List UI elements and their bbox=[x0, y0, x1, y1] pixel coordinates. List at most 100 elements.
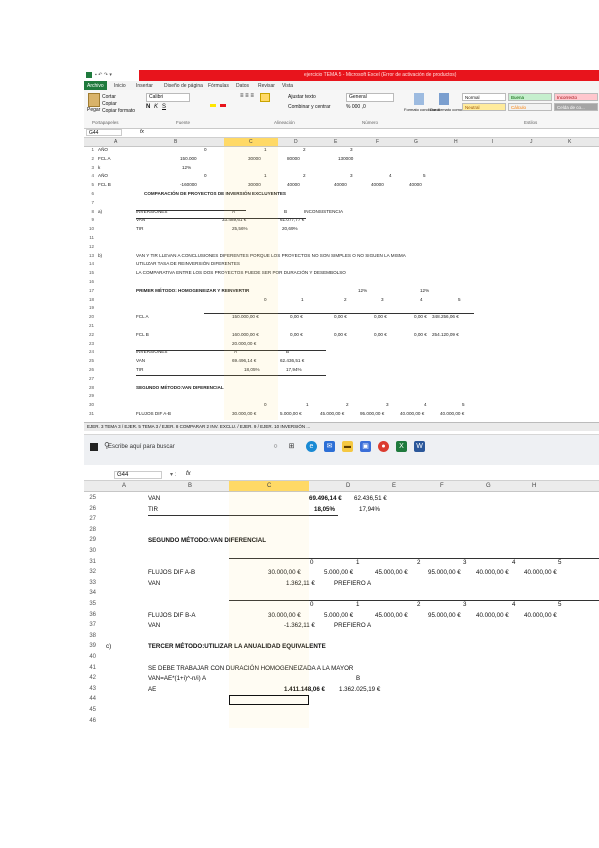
row-header[interactable]: 30 bbox=[84, 402, 94, 407]
cell[interactable]: FLUJOS DIF A-B bbox=[148, 569, 195, 576]
cell[interactable]: 2 bbox=[344, 297, 347, 302]
cell[interactable]: TIR bbox=[136, 226, 143, 231]
cell[interactable]: 3 bbox=[463, 601, 466, 608]
row-header[interactable]: 19 bbox=[84, 305, 94, 310]
cell[interactable]: AÑO bbox=[98, 173, 108, 178]
col-header[interactable]: A bbox=[122, 483, 126, 489]
highlight-align-icon[interactable] bbox=[260, 93, 270, 102]
row-header[interactable]: 22 bbox=[84, 332, 94, 337]
windows-start-icon[interactable] bbox=[90, 443, 98, 451]
cell[interactable]: 0 bbox=[310, 559, 313, 566]
row-header[interactable]: 14 bbox=[84, 261, 94, 266]
task-view-icon[interactable]: ○ bbox=[270, 441, 281, 452]
col-header[interactable]: H bbox=[454, 139, 458, 145]
col-header[interactable]: B bbox=[174, 139, 177, 145]
style-normal[interactable]: Normal bbox=[462, 93, 506, 101]
cell[interactable]: 130000 bbox=[338, 156, 353, 161]
row-header[interactable]: 2 bbox=[84, 156, 94, 161]
cell[interactable]: 0 bbox=[204, 173, 207, 178]
col-header[interactable]: A bbox=[114, 139, 117, 145]
store-icon[interactable]: ▣ bbox=[360, 441, 371, 452]
cell[interactable]: 0,00 € bbox=[374, 314, 387, 319]
cell[interactable]: FCL B bbox=[136, 332, 149, 337]
cell[interactable]: 0,00 € bbox=[290, 314, 303, 319]
table-format-icon[interactable] bbox=[439, 93, 449, 105]
row-header[interactable]: 25 bbox=[84, 358, 94, 363]
align-icons[interactable]: ≡ ≡ ≡ bbox=[240, 93, 254, 99]
col-header[interactable]: K bbox=[568, 139, 571, 145]
underline-icon[interactable]: S bbox=[162, 104, 166, 110]
col-header[interactable]: I bbox=[492, 139, 493, 145]
row-header[interactable]: 38 bbox=[84, 633, 96, 639]
cell[interactable]: 20,69% bbox=[282, 226, 298, 231]
cell[interactable]: 5 bbox=[558, 559, 561, 566]
row-header[interactable]: 46 bbox=[84, 718, 96, 724]
row-header[interactable]: 25 bbox=[84, 495, 96, 501]
row-header[interactable]: 6 bbox=[84, 191, 94, 196]
number-format-select[interactable]: General bbox=[346, 93, 394, 102]
cell[interactable]: 2 bbox=[417, 559, 420, 566]
cell[interactable]: 1 bbox=[356, 601, 359, 608]
cell[interactable]: b) bbox=[98, 253, 102, 258]
cell[interactable]: INCONSISTENCIA bbox=[304, 209, 343, 214]
cell[interactable]: 45.000,00 € bbox=[375, 612, 408, 619]
cell[interactable]: 80000 bbox=[287, 156, 300, 161]
cell[interactable]: PREFIERO A bbox=[334, 580, 371, 587]
row-header[interactable]: 20 bbox=[84, 314, 94, 319]
row-header[interactable]: 10 bbox=[84, 226, 94, 231]
sheet-tab-list[interactable]: EJER. 3 TEMA 3 / EJER. 5 TEMA 3 / EJER. … bbox=[87, 424, 310, 429]
row-header[interactable]: 26 bbox=[84, 367, 94, 372]
tab-insertar[interactable]: Insertar bbox=[136, 83, 153, 89]
row-header[interactable]: 44 bbox=[84, 696, 96, 702]
row-header[interactable]: 35 bbox=[84, 601, 96, 607]
cell[interactable]: 4 bbox=[512, 559, 515, 566]
cell[interactable]: 1 bbox=[301, 297, 304, 302]
currency-icons[interactable]: % 000 ,0 bbox=[346, 104, 366, 110]
cell[interactable]: 45.000,00 € bbox=[320, 411, 344, 416]
edge-icon[interactable]: e bbox=[306, 441, 317, 452]
cell[interactable]: AE bbox=[148, 686, 156, 693]
row-header[interactable]: 34 bbox=[84, 590, 96, 596]
widgets-icon[interactable]: ⊞ bbox=[286, 441, 297, 452]
cell[interactable]: 5.000,00 € bbox=[324, 569, 353, 576]
row-header[interactable]: 17 bbox=[84, 288, 94, 293]
col-header[interactable]: J bbox=[530, 139, 533, 145]
cell[interactable]: 1.362.025,19 € bbox=[339, 686, 380, 693]
row-header[interactable]: 29 bbox=[84, 537, 96, 543]
row-header[interactable]: 28 bbox=[84, 527, 96, 533]
row-header[interactable]: 15 bbox=[84, 270, 94, 275]
cell[interactable]: 2 bbox=[346, 402, 349, 407]
cut-button[interactable]: Cortar bbox=[102, 94, 116, 100]
cell[interactable]: c) bbox=[106, 643, 111, 650]
tab-datos[interactable]: Datos bbox=[236, 83, 249, 89]
cell[interactable]: FLUJOS DIF B-A bbox=[148, 612, 195, 619]
cell[interactable]: 40.000,00 € bbox=[400, 411, 424, 416]
fx-icon[interactable]: fx bbox=[140, 129, 144, 135]
font-name-select[interactable]: Calibri bbox=[146, 93, 190, 102]
col-header[interactable]: H bbox=[532, 483, 536, 489]
col-header[interactable]: D bbox=[294, 139, 298, 145]
sheet-tabs[interactable]: EJER. 3 TEMA 3 / EJER. 5 TEMA 3 / EJER. … bbox=[84, 422, 599, 431]
cell[interactable]: 348.256,06 € bbox=[432, 314, 459, 319]
row-header[interactable]: 37 bbox=[84, 622, 96, 628]
row-header[interactable]: 9 bbox=[84, 217, 94, 222]
cell[interactable]: VAN bbox=[148, 622, 160, 629]
row-header[interactable]: 43 bbox=[84, 686, 96, 692]
cell[interactable]: 40000 bbox=[334, 182, 347, 187]
cell[interactable]: VAN bbox=[136, 358, 145, 363]
row-header[interactable]: 1 bbox=[84, 147, 94, 152]
copy-button[interactable]: Copiar bbox=[102, 101, 117, 107]
cell[interactable]: 4 bbox=[389, 173, 392, 178]
cell[interactable]: 0 bbox=[310, 601, 313, 608]
excel-icon[interactable]: X bbox=[396, 441, 407, 452]
row-header[interactable]: 21 bbox=[84, 323, 94, 328]
cell[interactable]: 0,00 € bbox=[414, 314, 427, 319]
style-celda-comprobacion[interactable]: Celda de co... bbox=[554, 103, 598, 111]
cell[interactable]: 4 bbox=[424, 402, 427, 407]
row-header[interactable]: 36 bbox=[84, 612, 96, 618]
cell[interactable]: 17,94% bbox=[286, 367, 302, 372]
cell[interactable]: k bbox=[98, 165, 100, 170]
row-header[interactable]: 4 bbox=[84, 173, 94, 178]
taskbar-search-box[interactable]: Escribe aquí para buscar bbox=[108, 444, 175, 450]
cell[interactable]: 69.496,14 € bbox=[309, 495, 342, 502]
